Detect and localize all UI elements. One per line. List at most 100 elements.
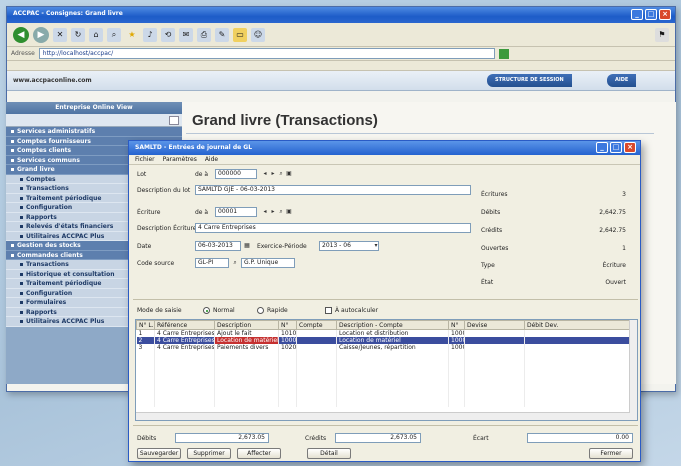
column-header[interactable]: Compte <box>296 320 337 330</box>
mode-normal-radio[interactable] <box>203 307 210 314</box>
table-cell[interactable] <box>464 329 525 337</box>
post-button[interactable]: Affecter <box>237 448 281 459</box>
nav-first-icon[interactable]: ◂ <box>261 208 269 216</box>
refresh-icon[interactable]: ↻ <box>71 27 85 42</box>
table-cell[interactable] <box>296 344 337 351</box>
autocompute-checkbox[interactable] <box>325 307 332 314</box>
table-row[interactable]: 34 Carre Entreprises Paiements divers 1020… <box>136 344 632 351</box>
date-field[interactable]: 06-03-2013 <box>195 241 241 251</box>
table-cell[interactable]: 1000 <box>448 344 465 351</box>
table-row[interactable]: 14 Carre Entreprises Ajout le fait 1010 Loc… <box>136 329 632 337</box>
address-input[interactable]: http://localhost/accpac/ <box>38 48 495 59</box>
new-icon[interactable]: ▣ <box>285 170 293 178</box>
history-icon[interactable]: ⟲ <box>161 27 175 42</box>
table-cell[interactable] <box>524 337 632 344</box>
close-button[interactable]: Fermer <box>589 448 633 459</box>
horizontal-scrollbar[interactable] <box>136 412 630 420</box>
column-header[interactable]: Devise <box>464 320 525 330</box>
maximize-icon[interactable]: □ <box>645 9 657 20</box>
menu-aide[interactable]: Aide <box>205 155 218 164</box>
table-cell[interactable]: Paiements divers <box>214 344 279 351</box>
column-header[interactable]: Description <box>214 320 279 330</box>
column-header[interactable]: Description - Compte <box>336 320 449 330</box>
table-cell[interactable]: 1000 <box>278 337 297 344</box>
column-header[interactable]: Référence <box>154 320 215 330</box>
messenger-icon[interactable]: ☺ <box>251 27 265 42</box>
table-cell[interactable]: 1000 <box>448 329 465 337</box>
table-cell[interactable]: 4 Carre Entreprises <box>154 329 215 337</box>
entry-label: Écriture <box>137 209 161 216</box>
table-cell[interactable]: Caisse/Jeunes, répartition <box>336 344 449 351</box>
folder-icon[interactable]: ▭ <box>233 27 247 42</box>
table-cell[interactable] <box>296 329 337 337</box>
forward-icon[interactable]: ▶ <box>33 26 49 43</box>
minimize-icon[interactable]: _ <box>631 9 643 20</box>
table-cell[interactable]: 4 Carre Entreprises <box>154 337 215 344</box>
nav-first-icon[interactable]: ◂ <box>261 170 269 178</box>
menu-fichier[interactable]: Fichier <box>135 155 155 164</box>
close-icon[interactable]: × <box>624 142 636 153</box>
table-cell[interactable]: Ajout le fait <box>214 329 279 337</box>
table-cell[interactable]: 3 <box>136 344 155 351</box>
mode-rapide-radio[interactable] <box>257 307 264 314</box>
entry-description-field[interactable]: 4 Carre Entreprises <box>195 223 471 233</box>
new-icon[interactable]: ▣ <box>285 208 293 216</box>
find-icon[interactable]: ⌕ <box>231 259 239 267</box>
maximize-icon[interactable]: □ <box>610 142 622 153</box>
go-icon[interactable] <box>498 48 509 59</box>
sidebar-search[interactable] <box>6 114 182 127</box>
find-icon[interactable]: ⌕ <box>277 170 285 178</box>
vertical-scrollbar[interactable] <box>629 320 637 420</box>
table-cell[interactable] <box>464 344 525 351</box>
session-structure-button[interactable]: STRUCTURE DE SESSION <box>487 74 572 87</box>
edit-icon[interactable]: ✎ <box>215 27 229 42</box>
stop-icon[interactable]: ✕ <box>53 27 67 42</box>
table-cell[interactable]: 1 <box>136 329 155 337</box>
home-icon[interactable]: ⌂ <box>89 27 103 42</box>
table-cell[interactable] <box>524 329 632 337</box>
table-cell[interactable] <box>524 344 632 351</box>
close-icon[interactable]: × <box>659 9 671 20</box>
source-code-field[interactable]: GL-PI <box>195 258 229 268</box>
table-cell[interactable] <box>464 337 525 344</box>
table-cell[interactable]: 1010 <box>278 329 297 337</box>
table-cell[interactable]: 2 <box>136 337 155 344</box>
detail-button[interactable]: Détail <box>307 448 351 459</box>
chevron-down-icon[interactable]: ▾ <box>372 242 380 250</box>
calendar-icon[interactable]: ▦ <box>243 242 251 250</box>
mail-icon[interactable]: ✉ <box>179 27 193 42</box>
help-button[interactable]: AIDE <box>607 74 637 87</box>
column-header[interactable]: N° L. <box>136 320 155 330</box>
save-button[interactable]: Sauvegarder <box>137 448 181 459</box>
table-cell[interactable]: 4 Carre Entreprises <box>154 344 215 351</box>
dropdown-icon[interactable] <box>169 116 179 125</box>
batch-description-field[interactable]: SAMLTD GJE - 06-03-2013 <box>195 185 471 195</box>
table-cell[interactable]: 1020 <box>278 344 297 351</box>
column-header[interactable]: Débit Dev. <box>524 320 632 330</box>
media-icon[interactable]: ♪ <box>143 27 157 42</box>
table-row[interactable]: 24 Carre Entreprises Location de matériel… <box>136 337 632 344</box>
nav-next-icon[interactable]: ▸ <box>269 170 277 178</box>
column-header[interactable]: N° <box>278 320 297 330</box>
favorites-icon[interactable]: ★ <box>125 28 139 42</box>
table-cell[interactable]: Location et distribution <box>336 329 449 337</box>
table-cell[interactable]: 1000 <box>448 337 465 344</box>
back-icon[interactable]: ◀ <box>13 26 29 43</box>
fiscal-period-field[interactable]: 2013 - 06 <box>319 241 379 251</box>
table-cell[interactable]: Location de matériel <box>214 337 279 344</box>
table-cell[interactable] <box>296 337 337 344</box>
bullet-icon <box>11 158 14 162</box>
entry-field[interactable]: 00001 <box>215 207 257 217</box>
column-header[interactable]: N° <box>448 320 465 330</box>
print-icon[interactable]: ⎙ <box>197 27 211 42</box>
search-icon[interactable]: ⌕ <box>107 27 121 42</box>
empty-cell <box>214 393 279 400</box>
nav-next-icon[interactable]: ▸ <box>269 208 277 216</box>
find-icon[interactable]: ⌕ <box>277 208 285 216</box>
sidebar-category[interactable]: Services administratifs <box>6 127 182 137</box>
minimize-icon[interactable]: _ <box>596 142 608 153</box>
delete-button[interactable]: Supprimer <box>187 448 231 459</box>
lot-field[interactable]: 000000 <box>215 169 257 179</box>
table-cell[interactable]: Location de matériel <box>336 337 449 344</box>
menu-parametres[interactable]: Paramètres <box>163 155 197 164</box>
